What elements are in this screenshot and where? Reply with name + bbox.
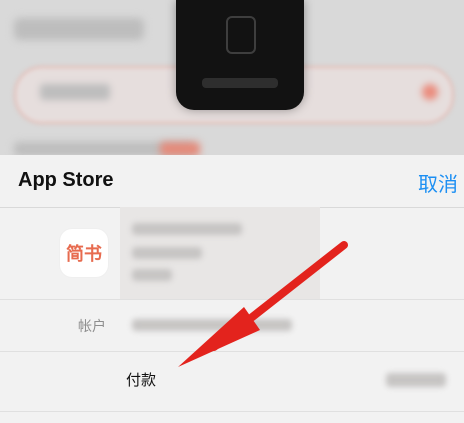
app-info-blurred bbox=[120, 207, 320, 299]
payment-row[interactable]: 付款 bbox=[0, 351, 464, 412]
face-id-icon bbox=[226, 16, 256, 54]
account-label: 帐户 bbox=[78, 318, 106, 334]
payment-value-blurred bbox=[386, 373, 446, 387]
account-row[interactable]: 帐户 bbox=[0, 299, 464, 352]
app-meta-blurred bbox=[132, 269, 172, 281]
face-id-prompt bbox=[176, 0, 304, 110]
background-title-blurred bbox=[14, 18, 144, 40]
app-icon-label: 简书 bbox=[66, 244, 102, 265]
app-subtitle-blurred bbox=[132, 247, 202, 259]
app-icon: 简书 bbox=[60, 229, 108, 277]
purchase-sheet: App Store 取消 简书 帐户 付款 bbox=[0, 155, 464, 423]
face-id-text-blurred bbox=[202, 78, 278, 88]
background-price-blurred bbox=[160, 142, 200, 156]
sheet-title: App Store bbox=[18, 169, 114, 191]
app-row: 简书 bbox=[0, 207, 464, 300]
account-value-blurred bbox=[132, 319, 292, 331]
sheet-header: App Store 取消 bbox=[0, 155, 464, 208]
app-name-blurred bbox=[132, 223, 242, 235]
background-input-text-blurred bbox=[40, 84, 110, 100]
payment-label: 付款 bbox=[126, 372, 157, 389]
cancel-button[interactable]: 取消 bbox=[418, 168, 458, 197]
background-dot bbox=[422, 84, 438, 100]
